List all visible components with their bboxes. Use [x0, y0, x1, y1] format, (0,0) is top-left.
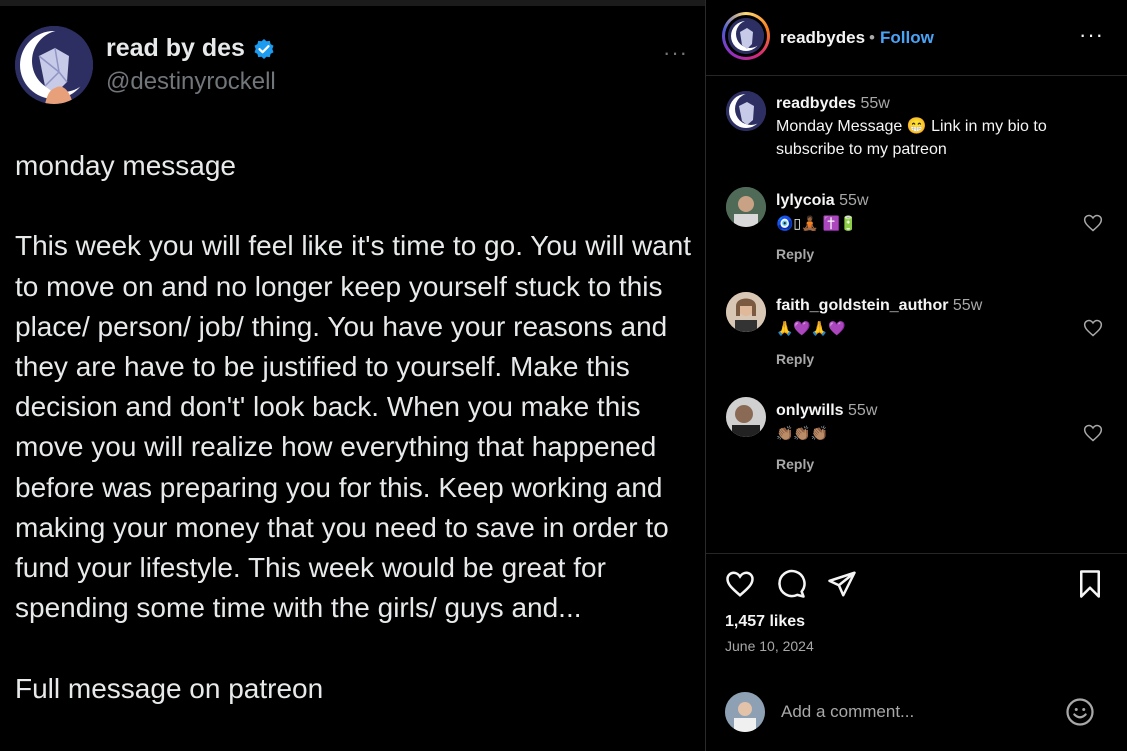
like-heart-icon[interactable]: [725, 569, 755, 599]
reply-button[interactable]: Reply: [776, 456, 814, 472]
tweet-display-name[interactable]: read by des: [106, 34, 275, 63]
post-author-avatar: [728, 18, 764, 54]
follow-button[interactable]: Follow: [880, 28, 934, 48]
tweet-more-options-icon[interactable]: ···: [663, 40, 688, 66]
comment-item: lylycoia 55w 🧿▯🧘🏾 ✝️🔋: [776, 189, 869, 235]
comment-time: 55w: [952, 297, 983, 314]
verified-badge-icon: [254, 38, 274, 59]
instagram-panel: readbydes • Follow ··· readbydes 55w Mon…: [706, 0, 1127, 751]
share-paper-plane-icon[interactable]: [827, 569, 857, 599]
commenter-avatar[interactable]: [726, 292, 766, 332]
post-more-options-icon[interactable]: ···: [1079, 22, 1104, 48]
caption-username[interactable]: readbydes: [776, 95, 856, 112]
commenter-avatar[interactable]: [726, 397, 766, 437]
tweet-text: monday message This week you will feel l…: [15, 150, 692, 704]
comment-like-heart-icon[interactable]: [1083, 423, 1103, 443]
comment-username[interactable]: faith_goldstein_author: [776, 297, 948, 314]
comment-username[interactable]: onlywills: [776, 402, 844, 419]
save-bookmark-icon[interactable]: [1075, 569, 1105, 599]
tweet-panel: read by des @destinyrockell ··· monday m…: [0, 0, 705, 751]
tweet-handle[interactable]: @destinyrockell: [106, 68, 276, 96]
post-author-username[interactable]: readbydes: [780, 28, 865, 48]
comment-time: 55w: [848, 402, 878, 419]
comment-item: onlywills 55w 👏🏽👏🏽👏🏽: [776, 399, 877, 445]
display-name-text: read by des: [106, 34, 245, 62]
comment-username[interactable]: lylycoia: [776, 192, 835, 209]
current-user-avatar: [725, 692, 765, 732]
tweet-avatar[interactable]: [15, 26, 93, 104]
reply-button[interactable]: Reply: [776, 246, 814, 262]
comment-text: 👏🏽👏🏽👏🏽: [776, 425, 829, 441]
likes-count[interactable]: 1,457 likes: [725, 613, 805, 631]
comment-text: 🙏💜🙏💜: [776, 320, 846, 336]
add-comment-input[interactable]: Add a comment...: [781, 702, 914, 722]
post-date[interactable]: June 10, 2024: [725, 638, 814, 654]
actions-divider: [706, 553, 1127, 554]
top-band: [0, 0, 705, 6]
emoji-picker-icon[interactable]: [1065, 697, 1095, 727]
comment-time: 55w: [839, 192, 869, 209]
post-header: readbydes • Follow ···: [706, 0, 1127, 76]
header-separator: •: [869, 28, 875, 47]
commenter-avatar[interactable]: [726, 187, 766, 227]
caption-avatar[interactable]: [726, 91, 766, 131]
add-comment-divider: [706, 674, 1127, 675]
comment-item: faith_goldstein_author 55w 🙏💜🙏💜: [776, 294, 982, 340]
comment-bubble-icon[interactable]: [776, 569, 806, 599]
comment-like-heart-icon[interactable]: [1083, 318, 1103, 338]
caption-time: 55w: [860, 95, 890, 112]
comment-like-heart-icon[interactable]: [1083, 213, 1103, 233]
caption-text: Monday Message 😁 Link in my bio to subsc…: [776, 118, 1047, 158]
story-ring[interactable]: [722, 12, 770, 60]
comment-text: 🧿▯🧘🏾 ✝️🔋: [776, 215, 858, 231]
reply-button[interactable]: Reply: [776, 351, 814, 367]
post-caption: readbydes 55w Monday Message 😁 Link in m…: [776, 92, 1096, 161]
